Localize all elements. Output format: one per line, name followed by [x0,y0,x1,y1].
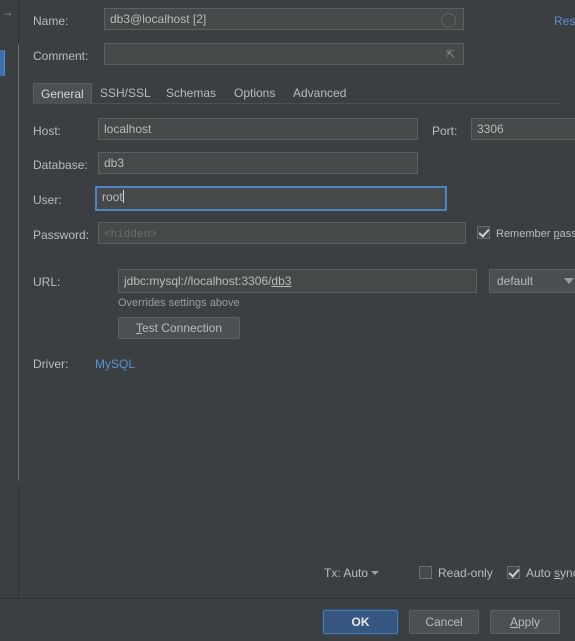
remember-password-checkbox[interactable] [477,226,490,239]
selection-marker [0,50,5,76]
driver-label: Driver: [33,357,69,371]
read-only-label: Read-only [438,566,493,580]
url-label: URL: [33,275,61,289]
tab-options[interactable]: Options [227,83,282,104]
url-value-prefix: jdbc:mysql://localhost:3306/ [124,274,272,288]
url-value-suffix: db3 [271,274,292,288]
auto-sync-rest: ync [560,566,575,580]
chevron-down-icon [371,571,380,575]
port-label: Port: [432,124,458,138]
host-label: Host: [33,124,62,138]
connection-settings-panel: Name: db3@localhost [2] Reset Comment: ⇱… [19,0,575,598]
port-input[interactable]: 3306 [471,118,575,140]
auto-sync-label: Auto sync [526,566,575,580]
tab-general[interactable]: General [33,83,92,104]
reset-link[interactable]: Reset [554,14,575,28]
dialog-footer: OK Cancel Apply [0,598,575,641]
comment-label: Comment: [33,49,89,63]
scrollbar-track[interactable] [9,22,26,481]
password-input[interactable]: <hidden> [98,222,466,244]
arrow-right-icon[interactable]: → [1,6,14,19]
port-input-value: 3306 [477,122,504,136]
left-rail: → [0,0,26,598]
name-input-value: db3@localhost [2] [110,12,207,26]
name-label: Name: [33,14,69,28]
user-input[interactable]: root [95,186,447,211]
password-placeholder: <hidden> [104,229,157,241]
auto-sync-prefix: Auto [526,566,555,580]
circle-icon[interactable] [441,13,456,28]
driver-link[interactable]: MySQL [95,357,135,371]
tab-ssh-ssl[interactable]: SSH/SSL [93,83,158,104]
url-scheme-select[interactable]: default [489,269,575,293]
expand-icon[interactable]: ⇱ [446,49,458,61]
user-label: User: [33,193,62,207]
password-label: Password: [33,228,90,242]
database-label: Database: [33,158,88,172]
apply-button[interactable]: Apply [490,610,560,634]
apply-rest: pply [518,615,541,629]
url-scheme-value: default [497,274,534,288]
test-connection-rest: est Connection [141,321,223,335]
tx-mode-label: Tx: Auto [324,566,369,580]
remember-password-label: Remember password [496,228,575,240]
ok-button[interactable]: OK [323,610,398,634]
tab-bar: General SSH/SSL Schemas Options Advanced [33,83,561,104]
comment-input[interactable]: ⇱ [104,43,464,65]
auto-sync-checkbox[interactable] [507,566,520,579]
read-only-checkbox[interactable] [419,566,432,579]
database-input-value: db3 [104,156,125,170]
overrides-hint: Overrides settings above [118,297,240,309]
host-input[interactable]: localhost [98,118,418,140]
host-input-value: localhost [104,122,152,136]
tab-advanced[interactable]: Advanced [286,83,353,104]
chevron-down-icon [564,278,574,284]
text-caret [122,190,124,203]
apply-mnemonic: A [509,615,518,629]
tab-schemas[interactable]: Schemas [159,83,223,104]
database-input[interactable]: db3 [98,152,418,174]
user-input-value: root [102,190,123,204]
tx-mode-button[interactable]: Tx: Auto [324,566,380,580]
cancel-button[interactable]: Cancel [409,610,479,634]
name-input[interactable]: db3@localhost [2] [104,8,464,30]
url-input[interactable]: jdbc:mysql://localhost:3306/db3 [118,269,477,293]
test-connection-button[interactable]: Test Connection [118,317,240,339]
